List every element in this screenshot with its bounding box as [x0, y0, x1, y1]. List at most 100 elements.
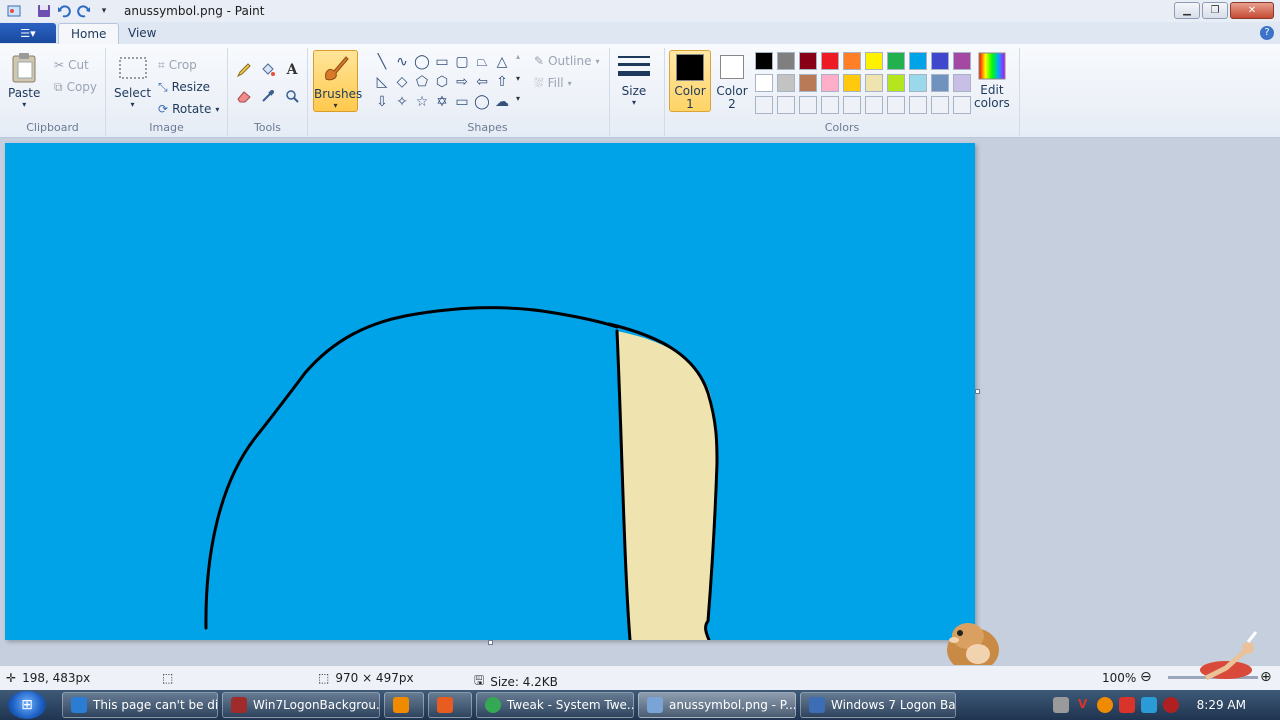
task-paint-shop[interactable] [428, 692, 472, 718]
palette-swatch[interactable] [953, 74, 971, 92]
palette-empty-swatch[interactable] [887, 96, 905, 114]
copy-button[interactable]: ⧉ Copy [54, 78, 97, 96]
palette-empty-swatch[interactable] [821, 96, 839, 114]
palette-empty-swatch[interactable] [953, 96, 971, 114]
palette-swatch[interactable] [909, 74, 927, 92]
palette-empty-swatch[interactable] [843, 96, 861, 114]
palette-swatch[interactable] [821, 74, 839, 92]
palette-swatch[interactable] [843, 74, 861, 92]
text-tool-icon[interactable]: A [282, 60, 302, 80]
palette-empty-swatch[interactable] [931, 96, 949, 114]
palette-empty-swatch[interactable] [777, 96, 795, 114]
drawing-canvas[interactable] [5, 143, 975, 640]
undo-icon[interactable] [56, 3, 72, 19]
palette-swatch[interactable] [799, 52, 817, 70]
color1-button[interactable]: Color 1 [669, 50, 711, 112]
fill-button[interactable]: ⛆ Fill ▾ [534, 74, 572, 92]
fill-bucket-icon[interactable] [258, 60, 278, 80]
hexagon-shape-icon[interactable]: ⬡ [432, 72, 452, 92]
line-shape-icon[interactable]: ╲ [372, 52, 392, 72]
palette-swatch[interactable] [953, 52, 971, 70]
palette-swatch[interactable] [931, 74, 949, 92]
start-button[interactable]: ⊞ [8, 691, 46, 719]
resize-button[interactable]: ⤡ Resize [158, 78, 210, 96]
tray-app-icon[interactable] [1052, 697, 1069, 713]
size-button[interactable]: Size ▾ [618, 50, 650, 107]
palette-swatch[interactable] [777, 74, 795, 92]
select-dropdown-icon[interactable]: ▾ [131, 100, 135, 109]
resize-handle-right[interactable] [975, 389, 980, 394]
palette-swatch[interactable] [755, 74, 773, 92]
polygon-shape-icon[interactable]: ⏢ [472, 52, 492, 72]
pencil-icon[interactable] [234, 60, 254, 80]
brushes-button[interactable]: Brushes ▾ [313, 50, 362, 112]
crop-button[interactable]: ⌗ Crop [158, 56, 197, 74]
color-picker-icon[interactable] [258, 86, 278, 106]
save-icon[interactable] [36, 3, 52, 19]
callout-rectangle-shape-icon[interactable]: ▭ [452, 92, 472, 112]
rectangle-shape-icon[interactable]: ▭ [432, 52, 452, 72]
paste-dropdown-icon[interactable]: ▾ [22, 100, 26, 109]
tray-volume-icon[interactable] [1162, 697, 1179, 713]
palette-swatch[interactable] [843, 52, 861, 70]
tray-v-icon[interactable]: V [1075, 697, 1091, 713]
palette-swatch[interactable] [777, 52, 795, 70]
redo-icon[interactable] [76, 3, 92, 19]
palette-swatch[interactable] [931, 52, 949, 70]
rounded-rectangle-shape-icon[interactable]: ▢ [452, 52, 472, 72]
shapes-scroll-up-icon[interactable]: ▴ [516, 52, 520, 61]
right-triangle-shape-icon[interactable]: ◺ [372, 72, 392, 92]
oval-shape-icon[interactable]: ◯ [412, 52, 432, 72]
paste-button[interactable]: Paste ▾ [8, 52, 40, 109]
task-paint[interactable]: anussymbol.png - P... [638, 692, 796, 718]
callout-oval-shape-icon[interactable]: ◯ [472, 92, 492, 112]
task-tweak-system[interactable]: Tweak - System Twe... [476, 692, 634, 718]
palette-swatch[interactable] [865, 74, 883, 92]
palette-swatch[interactable] [821, 52, 839, 70]
task-ie-error-page[interactable]: This page can't be di... [62, 692, 218, 718]
paint-app-icon[interactable] [6, 3, 22, 19]
cut-button[interactable]: ✂ Cut [54, 56, 89, 74]
down-arrow-shape-icon[interactable]: ⇩ [372, 92, 392, 112]
task-media-player[interactable] [384, 692, 424, 718]
tray-network-icon[interactable] [1140, 697, 1157, 713]
up-arrow-shape-icon[interactable]: ⇧ [492, 72, 512, 92]
tab-view[interactable]: View [116, 23, 168, 44]
task-win7logonbackground[interactable]: Win7LogonBackgrou... [222, 692, 380, 718]
customize-quick-access-icon[interactable]: ▾ [96, 3, 112, 19]
palette-swatch[interactable] [887, 74, 905, 92]
tray-search-icon[interactable] [1096, 697, 1113, 713]
shapes-scroll-down-icon[interactable]: ▾ [516, 74, 520, 83]
color2-button[interactable]: Color 2 [711, 50, 753, 112]
curve-shape-icon[interactable]: ∿ [392, 52, 412, 72]
six-point-star-shape-icon[interactable]: ✡ [432, 92, 452, 112]
palette-empty-swatch[interactable] [909, 96, 927, 114]
palette-empty-swatch[interactable] [799, 96, 817, 114]
tab-home[interactable]: Home [58, 23, 120, 44]
palette-swatch[interactable] [909, 52, 927, 70]
maximize-button[interactable]: ❐ [1202, 2, 1228, 19]
left-arrow-shape-icon[interactable]: ⇦ [472, 72, 492, 92]
select-button[interactable]: Select ▾ [114, 52, 151, 109]
tray-flag-icon[interactable] [1118, 697, 1135, 713]
resize-handle-bottom[interactable] [488, 640, 493, 645]
rotate-button[interactable]: ⟳ Rotate ▾ [158, 100, 219, 118]
callout-cloud-shape-icon[interactable]: ☁ [492, 92, 512, 112]
four-point-star-shape-icon[interactable]: ✧ [392, 92, 412, 112]
task-windows7-logon[interactable]: Windows 7 Logon Ba... [800, 692, 956, 718]
palette-swatch[interactable] [799, 74, 817, 92]
close-button[interactable]: ✕ [1230, 2, 1274, 19]
shapes-expand-icon[interactable]: ▾ [516, 94, 520, 103]
palette-swatch[interactable] [887, 52, 905, 70]
palette-swatch[interactable] [755, 52, 773, 70]
zoom-out-icon[interactable]: ⊖ [1140, 669, 1152, 685]
clock[interactable]: 8:29 AM [1197, 698, 1246, 712]
palette-empty-swatch[interactable] [865, 96, 883, 114]
palette-swatch[interactable] [865, 52, 883, 70]
minimize-button[interactable]: ▁ [1174, 2, 1200, 19]
pentagon-shape-icon[interactable]: ⬠ [412, 72, 432, 92]
magnifier-icon[interactable] [282, 86, 302, 106]
eraser-icon[interactable] [234, 86, 254, 106]
diamond-shape-icon[interactable]: ◇ [392, 72, 412, 92]
edit-colors-button[interactable]: Edit colors [974, 50, 1010, 110]
